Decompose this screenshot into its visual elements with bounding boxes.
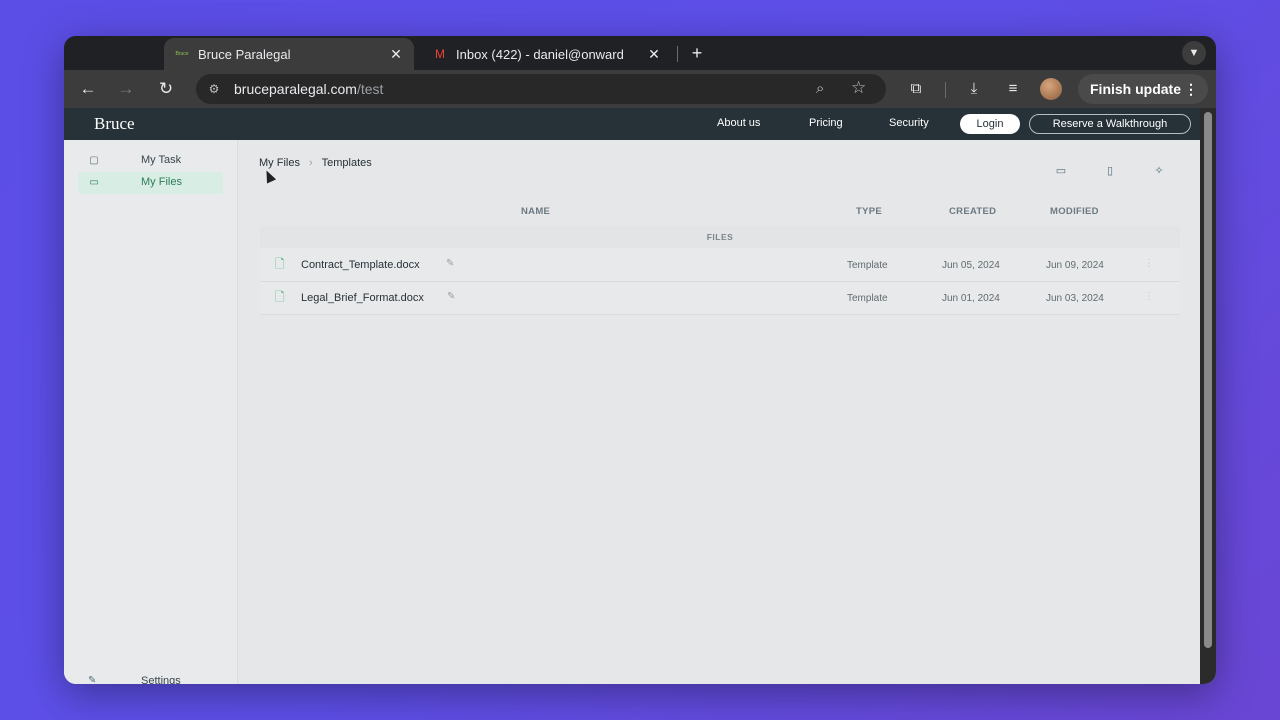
more-vertical-icon[interactable]: ⋮ bbox=[1144, 258, 1154, 269]
column-header-name[interactable]: NAME bbox=[521, 206, 550, 217]
gmail-icon: M bbox=[435, 47, 445, 61]
site-settings-icon[interactable]: ⚙ bbox=[206, 81, 222, 97]
sidebar-item-label: My Files bbox=[141, 176, 182, 188]
login-button[interactable]: Login bbox=[960, 114, 1020, 134]
files-section-label: FILES bbox=[260, 226, 1180, 248]
file-modified: Jun 09, 2024 bbox=[1046, 260, 1104, 271]
sidebar-item-label: My Task bbox=[141, 154, 182, 166]
reload-icon[interactable]: ↻ bbox=[154, 77, 178, 101]
file-type: Template bbox=[847, 260, 888, 271]
new-tab-button[interactable]: + bbox=[686, 42, 708, 64]
edit-icon[interactable]: ✎ bbox=[446, 258, 454, 269]
page-scrollbar[interactable] bbox=[1200, 108, 1216, 684]
close-icon[interactable]: ✕ bbox=[386, 46, 406, 63]
download-icon[interactable]: ⤓ bbox=[963, 78, 985, 100]
breadcrumb-my-files[interactable]: My Files bbox=[259, 157, 300, 169]
chevron-right-icon: › bbox=[308, 157, 313, 169]
mouse-cursor-icon bbox=[261, 168, 277, 184]
back-arrow-icon[interactable]: ← bbox=[76, 77, 100, 101]
new-folder-icon[interactable]: ▭ bbox=[1054, 164, 1068, 178]
tab-title: Inbox (422) - daniel@onward bbox=[456, 46, 624, 62]
chevron-down-icon[interactable]: ▼ bbox=[1182, 41, 1206, 65]
clipboard-icon: ▢ bbox=[89, 155, 99, 166]
browser-window: Bruce Bruce Paralegal ✕ M Inbox (422) - … bbox=[64, 36, 1216, 684]
column-header-type[interactable]: TYPE bbox=[856, 206, 882, 217]
bruce-favicon-icon: Bruce bbox=[175, 51, 189, 57]
file-icon: 🗋 bbox=[275, 290, 285, 304]
tab-divider bbox=[677, 46, 678, 62]
file-modified: Jun 03, 2024 bbox=[1046, 293, 1104, 304]
page-viewport: Bruce About us Pricing Security Login Re… bbox=[64, 108, 1216, 684]
scrollbar-thumb[interactable] bbox=[1204, 112, 1212, 648]
url-text[interactable]: bruceparalegal.com/test bbox=[234, 81, 383, 97]
tab-bruce-paralegal[interactable]: Bruce Bruce Paralegal ✕ bbox=[164, 38, 414, 70]
new-file-icon[interactable]: ▯ bbox=[1103, 164, 1117, 178]
nav-security[interactable]: Security bbox=[889, 117, 929, 129]
file-type: Template bbox=[847, 293, 888, 304]
extensions-icon[interactable]: ⧉ bbox=[905, 78, 927, 100]
finish-update-button[interactable]: Finish update ⋮ bbox=[1078, 74, 1208, 104]
tab-title: Bruce Paralegal bbox=[198, 46, 291, 62]
sparkle-icon[interactable]: ✧ bbox=[1152, 164, 1166, 178]
file-icon: 🗋 bbox=[275, 257, 285, 271]
sidebar-item-my-files[interactable]: ▭ My Files bbox=[78, 172, 223, 194]
nav-about-us[interactable]: About us bbox=[717, 117, 760, 129]
more-vertical-icon[interactable]: ⋮ bbox=[1184, 74, 1198, 104]
address-bar[interactable]: ⚙ bruceparalegal.com/test ⌕ ☆ bbox=[196, 74, 886, 104]
more-vertical-icon[interactable]: ⋮ bbox=[1144, 291, 1154, 302]
sidebar-item-settings[interactable]: ✎ Settings bbox=[78, 672, 223, 684]
column-header-created[interactable]: CREATED bbox=[949, 206, 996, 217]
tab-strip: Bruce Bruce Paralegal ✕ M Inbox (422) - … bbox=[64, 36, 1216, 70]
toolbar-divider bbox=[945, 82, 946, 98]
breadcrumb: My Files › Templates bbox=[259, 157, 372, 169]
column-header-modified[interactable]: MODIFIED bbox=[1050, 206, 1099, 217]
file-created: Jun 01, 2024 bbox=[942, 293, 1000, 304]
file-name[interactable]: Contract_Template.docx bbox=[301, 259, 420, 271]
reserve-walkthrough-button[interactable]: Reserve a Walkthrough bbox=[1029, 114, 1191, 134]
avatar[interactable] bbox=[1040, 78, 1062, 100]
sidebar-item-my-task[interactable]: ▢ My Task bbox=[78, 150, 223, 172]
file-created: Jun 05, 2024 bbox=[942, 260, 1000, 271]
brand-logo[interactable]: Bruce bbox=[94, 114, 135, 134]
settings-label: Settings bbox=[141, 675, 181, 684]
media-queue-icon[interactable]: ≡ bbox=[1002, 78, 1024, 100]
tab-inbox[interactable]: M Inbox (422) - daniel@onward ✕ bbox=[422, 38, 672, 70]
star-icon[interactable]: ☆ bbox=[851, 78, 866, 98]
url-path: /test bbox=[356, 81, 384, 97]
sidebar: ▢ My Task ▭ My Files ✎ Settings bbox=[64, 140, 238, 684]
zoom-icon[interactable]: ⌕ bbox=[816, 80, 824, 97]
close-icon[interactable]: ✕ bbox=[644, 46, 664, 63]
file-name[interactable]: Legal_Brief_Format.docx bbox=[301, 292, 424, 304]
nav-pricing[interactable]: Pricing bbox=[809, 117, 843, 129]
site-header: Bruce About us Pricing Security Login Re… bbox=[64, 108, 1200, 140]
table-row[interactable]: 🗋 Legal_Brief_Format.docx ✎ Template Jun… bbox=[260, 282, 1180, 315]
forward-arrow-icon[interactable]: → bbox=[114, 77, 138, 101]
edit-icon[interactable]: ✎ bbox=[447, 291, 455, 302]
edit-icon: ✎ bbox=[88, 675, 97, 684]
table-row[interactable]: 🗋 Contract_Template.docx ✎ Template Jun … bbox=[260, 249, 1180, 282]
breadcrumb-templates: Templates bbox=[321, 157, 372, 169]
finish-update-label: Finish update bbox=[1090, 81, 1181, 97]
browser-toolbar: ← → ↻ ⚙ bruceparalegal.com/test ⌕ ☆ ⧉ ⤓ … bbox=[64, 70, 1216, 108]
folder-icon: ▭ bbox=[89, 177, 99, 188]
url-host: bruceparalegal.com bbox=[234, 81, 357, 97]
